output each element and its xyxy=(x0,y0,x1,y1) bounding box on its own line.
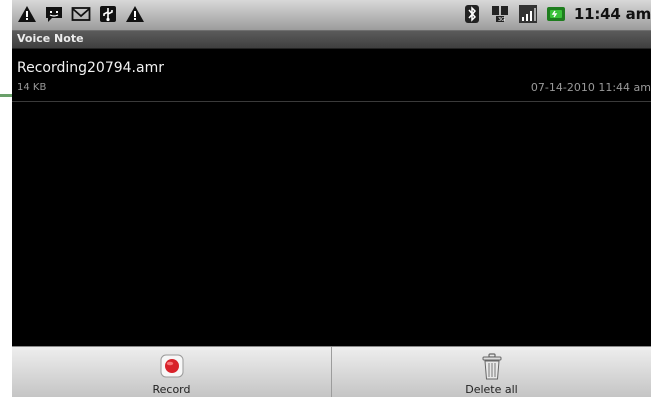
battery-icon xyxy=(546,7,565,21)
recording-name: Recording20794.amr xyxy=(17,60,164,76)
record-label: Record xyxy=(152,383,191,396)
device-screen: 3G 11:44 am Voice Note Recording20794.am… xyxy=(12,0,651,397)
recording-item[interactable]: Recording20794.amr 14 KB 07-14-2010 11:4… xyxy=(12,49,651,102)
recording-size: 14 KB xyxy=(17,82,47,93)
signal-icon xyxy=(518,5,537,23)
svg-text:3G: 3G xyxy=(498,17,505,23)
network-icon: 3G xyxy=(491,6,508,23)
trash-icon xyxy=(482,353,501,380)
app-title-bar: Voice Note xyxy=(12,31,651,49)
notification-icons xyxy=(17,4,145,24)
record-button[interactable]: Record xyxy=(12,347,331,397)
recording-date: 07-14-2010 11:44 am xyxy=(530,81,651,94)
warning-icon[interactable] xyxy=(17,4,37,24)
delete-all-label: Delete all xyxy=(465,383,518,396)
message-icon[interactable] xyxy=(44,4,64,24)
bottom-action-bar: Record Delete all xyxy=(12,346,651,397)
usb-icon[interactable] xyxy=(98,4,118,24)
status-clock: 11:44 am xyxy=(573,5,651,23)
status-bar: 3G 11:44 am xyxy=(12,0,651,31)
warning-icon[interactable] xyxy=(125,4,145,24)
app-title: Voice Note xyxy=(17,32,84,45)
record-icon xyxy=(160,354,183,378)
recordings-list: Recording20794.amr 14 KB 07-14-2010 11:4… xyxy=(12,49,651,102)
bluetooth-icon xyxy=(464,5,479,23)
system-status: 3G 11:44 am xyxy=(462,4,651,24)
delete-all-button[interactable]: Delete all xyxy=(331,347,651,397)
gmail-icon[interactable] xyxy=(71,4,91,24)
